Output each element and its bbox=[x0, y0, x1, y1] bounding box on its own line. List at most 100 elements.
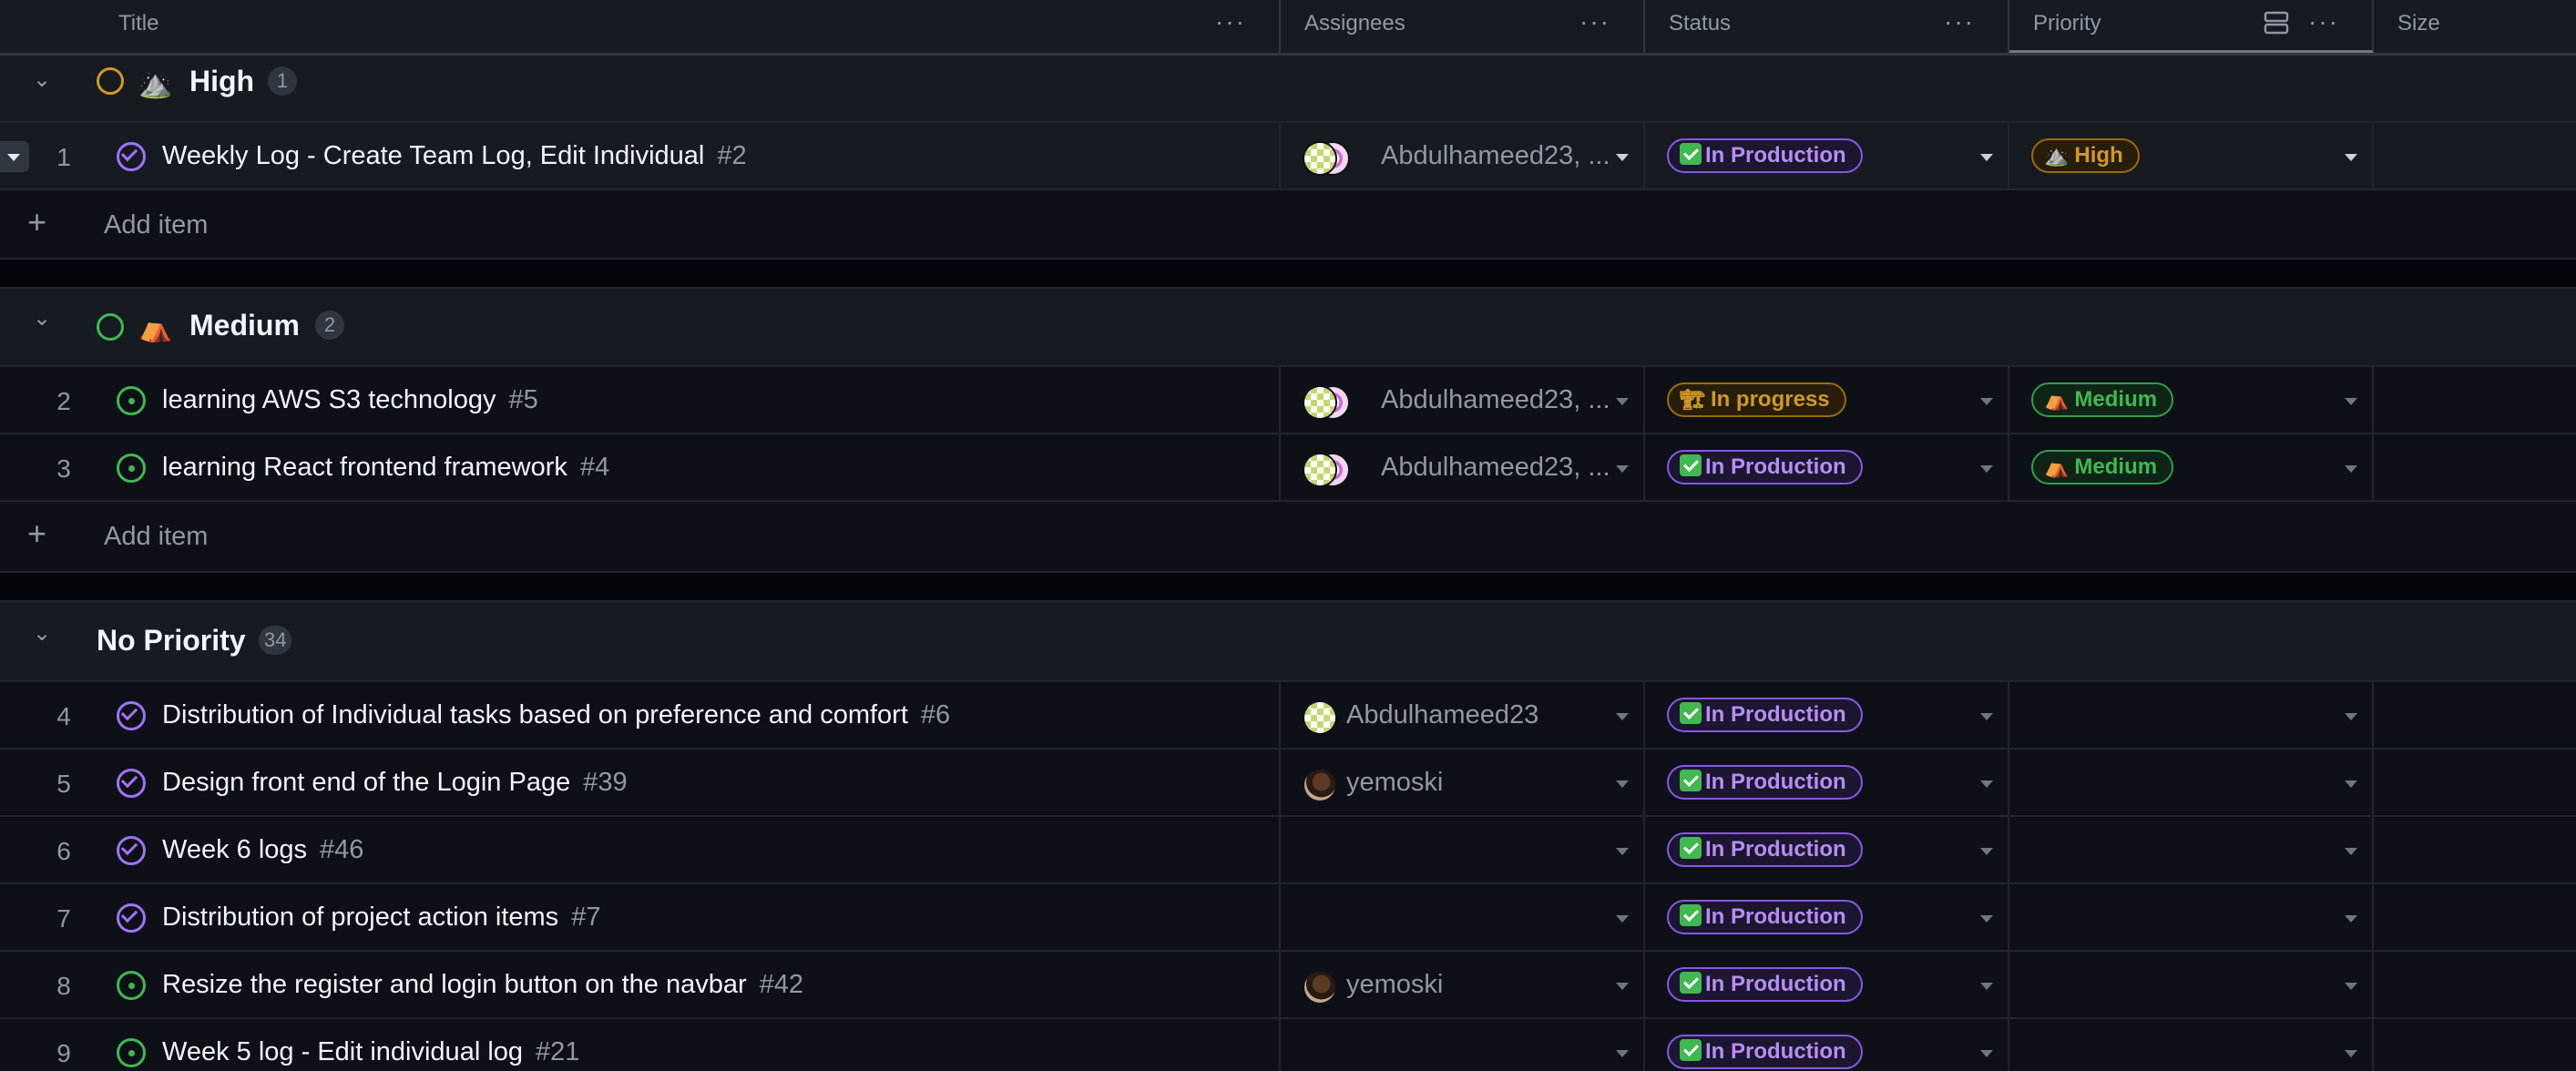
column-header-status[interactable]: Status ··· bbox=[1645, 0, 2009, 53]
assignees-cell[interactable]: Abdulhameed23 bbox=[1281, 682, 1645, 750]
size-cell[interactable] bbox=[2374, 952, 2576, 1019]
add-item-row[interactable]: + Add item bbox=[0, 189, 2576, 260]
group-header-high[interactable]: ⌄ ⛰️ High 1 bbox=[0, 56, 2576, 121]
item-title[interactable]: Week 6 logs #46 bbox=[162, 835, 363, 865]
priority-cell[interactable]: ⛺ Medium bbox=[2009, 434, 2374, 502]
group-by-rows-icon[interactable] bbox=[2263, 9, 2290, 36]
group-header-medium[interactable]: ⌄ ⛺ Medium 2 bbox=[0, 289, 2576, 365]
item-title[interactable]: Weekly Log - Create Team Log, Edit Indiv… bbox=[162, 141, 747, 171]
chevron-down-icon[interactable] bbox=[2345, 848, 2357, 855]
chevron-down-icon[interactable] bbox=[2345, 713, 2357, 720]
table-row[interactable]: 2 learning AWS S3 technology #5 Abdulhame… bbox=[0, 365, 2576, 434]
title-cell[interactable]: 7 Distribution of project action items #7 bbox=[0, 884, 1281, 952]
column-priority-more-icon[interactable]: ··· bbox=[2308, 9, 2339, 35]
assignees-cell[interactable]: yemoski bbox=[1281, 750, 1645, 817]
chevron-down-icon[interactable]: ⌄ bbox=[33, 66, 51, 93]
item-title[interactable]: Design front end of the Login Page #39 bbox=[162, 768, 628, 798]
chevron-down-icon[interactable] bbox=[2345, 398, 2357, 405]
chevron-down-icon[interactable] bbox=[2345, 915, 2357, 923]
priority-cell[interactable] bbox=[2009, 952, 2374, 1019]
column-header-title[interactable]: Title ··· bbox=[0, 0, 1281, 53]
status-cell[interactable]: In Production bbox=[1645, 750, 2009, 817]
column-assignees-more-icon[interactable]: ··· bbox=[1579, 9, 1610, 35]
chevron-down-icon[interactable] bbox=[2345, 780, 2357, 788]
item-title[interactable]: learning React frontend framework #4 bbox=[162, 453, 609, 483]
priority-cell[interactable] bbox=[2009, 817, 2374, 884]
chevron-down-icon[interactable] bbox=[1616, 1050, 1629, 1057]
chevron-down-icon[interactable] bbox=[1980, 915, 1993, 923]
table-row[interactable]: 5 Design front end of the Login Page #39 … bbox=[0, 748, 2576, 817]
column-header-priority[interactable]: Priority ··· bbox=[2009, 0, 2374, 53]
table-row[interactable]: 1 Weekly Log - Create Team Log, Edit Ind… bbox=[0, 121, 2576, 190]
column-header-assignees[interactable]: Assignees ··· bbox=[1281, 0, 1645, 53]
chevron-down-icon[interactable] bbox=[1980, 398, 1993, 405]
chevron-down-icon[interactable] bbox=[1980, 713, 1993, 720]
chevron-down-icon[interactable] bbox=[1980, 154, 1993, 161]
priority-cell[interactable]: ⛺ Medium bbox=[2009, 367, 2374, 434]
chevron-down-icon[interactable] bbox=[2345, 154, 2357, 161]
chevron-down-icon[interactable] bbox=[2345, 983, 2357, 990]
status-cell[interactable]: 🏗 In progress bbox=[1645, 367, 2009, 434]
title-cell[interactable]: 5 Design front end of the Login Page #39 bbox=[0, 750, 1281, 817]
title-cell[interactable]: 4 Distribution of Individual tasks based… bbox=[0, 682, 1281, 750]
chevron-down-icon[interactable] bbox=[1980, 465, 1993, 473]
title-cell[interactable]: 9 Week 5 log - Edit individual log #21 bbox=[0, 1019, 1281, 1071]
status-cell[interactable]: In Production bbox=[1645, 817, 2009, 884]
add-item-label[interactable]: Add item bbox=[104, 522, 208, 552]
size-cell[interactable] bbox=[2374, 123, 2576, 190]
priority-cell[interactable] bbox=[2009, 1019, 2374, 1071]
add-item-label[interactable]: Add item bbox=[104, 210, 208, 240]
size-cell[interactable] bbox=[2374, 682, 2576, 750]
status-cell[interactable]: In Production bbox=[1645, 682, 2009, 750]
chevron-down-icon[interactable] bbox=[2345, 1050, 2357, 1057]
assignees-cell[interactable] bbox=[1281, 1019, 1645, 1071]
table-row[interactable]: 9 Week 5 log - Edit individual log #21 In… bbox=[0, 1017, 2576, 1071]
column-title-more-icon[interactable]: ··· bbox=[1215, 9, 1246, 35]
table-row[interactable]: 6 Week 6 logs #46 In Production bbox=[0, 815, 2576, 884]
title-cell[interactable]: 6 Week 6 logs #46 bbox=[0, 817, 1281, 884]
chevron-down-icon[interactable] bbox=[1616, 713, 1629, 720]
chevron-down-icon[interactable] bbox=[1616, 398, 1629, 405]
chevron-down-icon[interactable] bbox=[1980, 848, 1993, 855]
size-cell[interactable] bbox=[2374, 1019, 2576, 1071]
assignees-cell[interactable]: Abdulhameed23, ... bbox=[1281, 434, 1645, 502]
chevron-down-icon[interactable] bbox=[2345, 465, 2357, 473]
size-cell[interactable] bbox=[2374, 884, 2576, 952]
priority-cell[interactable]: ⛰️ High bbox=[2009, 123, 2374, 190]
title-cell[interactable]: 2 learning AWS S3 technology #5 bbox=[0, 367, 1281, 434]
assignees-cell[interactable]: Abdulhameed23, ... bbox=[1281, 367, 1645, 434]
assignees-cell[interactable]: yemoski bbox=[1281, 952, 1645, 1019]
priority-cell[interactable] bbox=[2009, 682, 2374, 750]
chevron-down-icon[interactable] bbox=[1980, 983, 1993, 990]
chevron-down-icon[interactable] bbox=[1980, 780, 1993, 788]
chevron-down-icon[interactable] bbox=[1980, 1050, 1993, 1057]
item-title[interactable]: Week 5 log - Edit individual log #21 bbox=[162, 1037, 579, 1067]
chevron-down-icon[interactable] bbox=[1616, 983, 1629, 990]
group-header-no-priority[interactable]: ⌄ No Priority 34 bbox=[0, 602, 2576, 680]
table-row[interactable]: 4 Distribution of Individual tasks based… bbox=[0, 680, 2576, 750]
assignees-cell[interactable] bbox=[1281, 884, 1645, 952]
chevron-down-icon[interactable] bbox=[1616, 848, 1629, 855]
size-cell[interactable] bbox=[2374, 434, 2576, 502]
item-title[interactable]: Distribution of project action items #7 bbox=[162, 903, 600, 933]
table-row[interactable]: 7 Distribution of project action items #7… bbox=[0, 882, 2576, 952]
assignees-cell[interactable] bbox=[1281, 817, 1645, 884]
status-cell[interactable]: In Production bbox=[1645, 123, 2009, 190]
status-cell[interactable]: In Production bbox=[1645, 952, 2009, 1019]
size-cell[interactable] bbox=[2374, 367, 2576, 434]
chevron-down-icon[interactable]: ⌄ bbox=[33, 305, 51, 332]
title-cell[interactable]: 3 learning React frontend framework #4 bbox=[0, 434, 1281, 502]
chevron-down-icon[interactable] bbox=[1616, 915, 1629, 923]
plus-icon[interactable]: + bbox=[27, 515, 46, 553]
plus-icon[interactable]: + bbox=[27, 203, 46, 241]
chevron-down-icon[interactable]: ⌄ bbox=[33, 620, 51, 647]
item-title[interactable]: learning AWS S3 technology #5 bbox=[162, 385, 538, 415]
chevron-down-icon[interactable] bbox=[1616, 154, 1629, 161]
assignees-cell[interactable]: Abdulhameed23, ... bbox=[1281, 123, 1645, 190]
size-cell[interactable] bbox=[2374, 817, 2576, 884]
item-title[interactable]: Resize the register and login button on … bbox=[162, 970, 803, 1000]
status-cell[interactable]: In Production bbox=[1645, 1019, 2009, 1071]
add-item-row[interactable]: + Add item bbox=[0, 500, 2576, 573]
title-cell[interactable]: 8 Resize the register and login button o… bbox=[0, 952, 1281, 1019]
column-status-more-icon[interactable]: ··· bbox=[1944, 9, 1975, 35]
